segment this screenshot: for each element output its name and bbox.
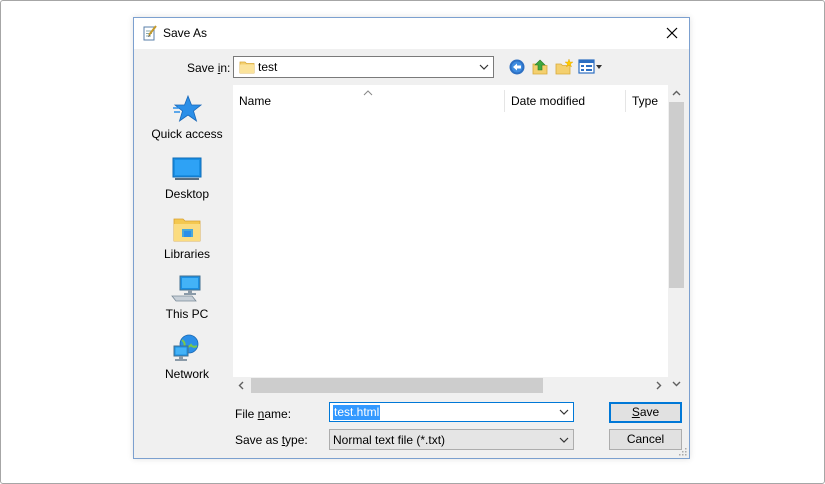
place-desktop[interactable]: Desktop <box>142 154 232 212</box>
view-menu-icon[interactable] <box>578 58 604 76</box>
place-label-network: Network <box>164 367 209 381</box>
scroll-down-icon[interactable] <box>672 379 681 388</box>
save-as-dialog: Save As Save in: test Quick access Deskt… <box>133 17 690 459</box>
place-quick-access[interactable]: Quick access <box>142 94 232 152</box>
file-list[interactable]: Name Date modified Type <box>233 85 683 394</box>
resize-grip-icon[interactable] <box>677 446 687 456</box>
notepad-app-icon <box>143 25 157 41</box>
save-in-label: Save in: <box>187 61 231 75</box>
save-as-type-dropdown[interactable]: Normal text file (*.txt) <box>329 429 574 450</box>
sort-ascending-icon <box>363 90 373 96</box>
horizontal-scroll-thumb[interactable] <box>251 378 543 393</box>
desktop-icon <box>172 157 202 180</box>
column-header-type[interactable]: Type <box>626 90 666 112</box>
network-icon <box>173 334 199 361</box>
place-label-this-pc: This PC <box>165 307 209 321</box>
chevron-down-icon <box>479 64 489 70</box>
file-name-value[interactable]: test.html <box>333 405 381 420</box>
quick-access-star-icon <box>173 94 202 122</box>
libraries-icon <box>173 218 201 242</box>
vertical-scrollbar[interactable] <box>668 85 685 394</box>
dialog-title: Save As <box>163 26 208 40</box>
this-pc-icon <box>171 275 201 302</box>
chevron-down-icon <box>559 437 569 443</box>
chevron-down-icon[interactable] <box>558 406 570 418</box>
close-icon[interactable] <box>661 22 683 44</box>
place-libraries[interactable]: Libraries <box>142 214 232 272</box>
save-as-type-value: Normal text file (*.txt) <box>333 433 446 447</box>
place-label-desktop: Desktop <box>164 187 210 201</box>
save-as-type-label: Save as type: <box>235 433 308 447</box>
title-bar[interactable]: Save As <box>134 18 689 49</box>
place-label-libraries: Libraries <box>163 247 211 261</box>
vertical-scroll-thumb[interactable] <box>669 102 684 288</box>
back-icon[interactable] <box>508 58 526 76</box>
place-network[interactable]: Network <box>142 334 232 392</box>
new-folder-icon[interactable] <box>555 58 573 76</box>
places-bar: Quick access Desktop Libraries This PC N… <box>142 84 232 448</box>
file-name-label: File name: <box>235 407 292 421</box>
scroll-left-icon[interactable] <box>237 381 246 390</box>
folder-icon <box>239 61 255 74</box>
column-header-name[interactable]: Name <box>233 90 505 112</box>
column-header-date-modified[interactable]: Date modified <box>505 90 626 112</box>
place-label-quick-access: Quick access <box>151 127 223 141</box>
file-name-input[interactable]: test.html <box>329 402 574 422</box>
save-in-value: test <box>258 60 278 74</box>
horizontal-scrollbar[interactable] <box>233 377 668 394</box>
save-button[interactable]: Save <box>609 402 682 423</box>
save-in-dropdown[interactable]: test <box>233 56 494 78</box>
scroll-up-icon[interactable] <box>672 89 681 98</box>
up-folder-icon[interactable] <box>531 58 549 76</box>
place-this-pc[interactable]: This PC <box>142 274 232 332</box>
scroll-right-icon[interactable] <box>654 381 663 390</box>
cancel-button[interactable]: Cancel <box>609 429 682 450</box>
